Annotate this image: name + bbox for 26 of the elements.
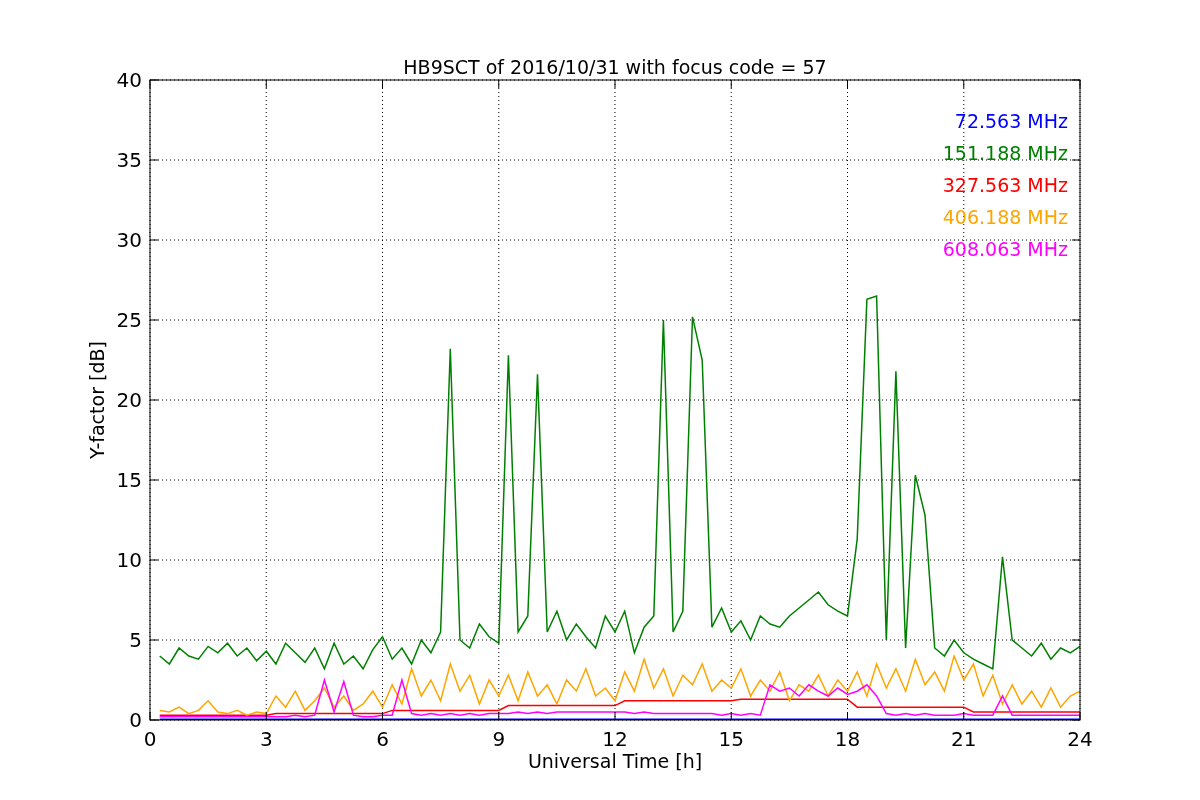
chart-title: HB9SCT of 2016/10/31 with focus code = 57 bbox=[403, 56, 827, 78]
legend-label: 608.063 MHz bbox=[942, 238, 1068, 260]
legend-label: 406.188 MHz bbox=[942, 206, 1068, 228]
tick-label: 24 bbox=[1067, 727, 1093, 751]
tick-label: 15 bbox=[116, 468, 142, 492]
tick-label: 9 bbox=[492, 727, 506, 751]
legend-label: 327.563 MHz bbox=[942, 174, 1068, 196]
tick-label: 18 bbox=[834, 727, 861, 751]
tick-label: 5 bbox=[129, 628, 142, 652]
tick-label: 3 bbox=[259, 727, 273, 751]
tick-label: 10 bbox=[116, 548, 142, 572]
tick-label: 40 bbox=[116, 68, 142, 92]
tick-label: 30 bbox=[116, 228, 142, 252]
axis-label: Y-factor [dB] bbox=[86, 341, 108, 459]
legend-label: 72.563 MHz bbox=[954, 110, 1068, 132]
tick-label: 15 bbox=[718, 727, 744, 751]
tick-label: 0 bbox=[143, 727, 157, 751]
tick-label: 6 bbox=[376, 727, 389, 751]
tick-label: 25 bbox=[116, 308, 142, 332]
legend-label: 151.188 MHz bbox=[942, 142, 1068, 164]
tick-label: 20 bbox=[116, 388, 142, 412]
tick-label: 35 bbox=[116, 148, 142, 172]
axis-label: Universal Time [h] bbox=[527, 750, 703, 772]
tick-label: 21 bbox=[951, 727, 977, 751]
tick-label: 0 bbox=[129, 708, 142, 732]
tick-label: 12 bbox=[602, 727, 628, 751]
